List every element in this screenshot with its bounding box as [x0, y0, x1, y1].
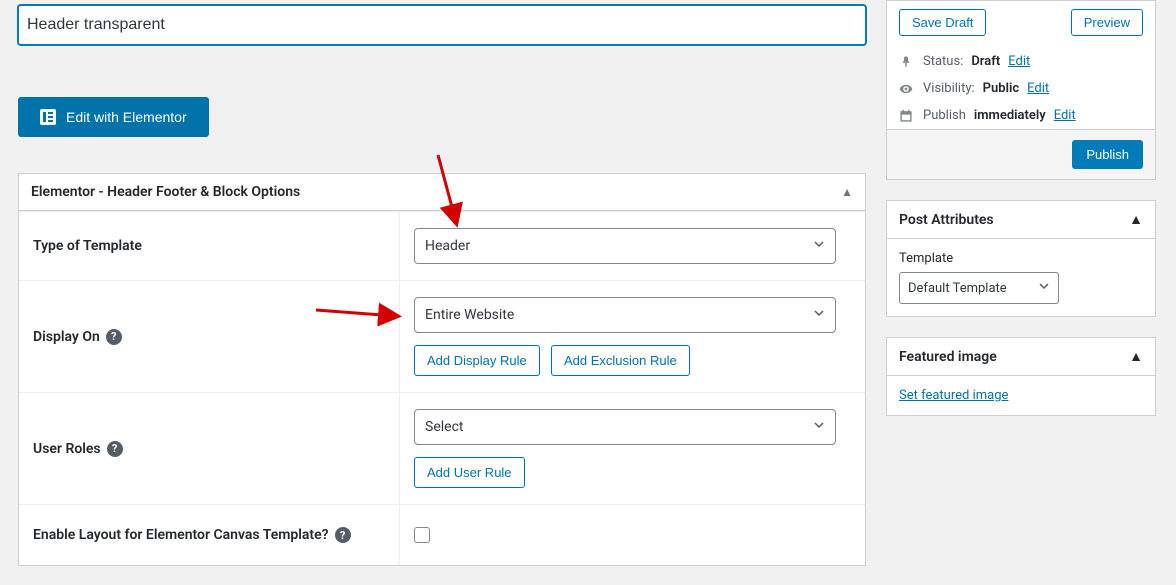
hfe-panel-header[interactable]: Elementor - Header Footer & Block Option… [19, 174, 865, 211]
hfe-options-panel: Elementor - Header Footer & Block Option… [18, 173, 866, 566]
elementor-icon [40, 109, 56, 125]
hfe-panel-title: Elementor - Header Footer & Block Option… [31, 184, 300, 200]
user-roles-select[interactable]: Select [414, 409, 836, 445]
save-draft-button[interactable]: Save Draft [899, 9, 986, 36]
calendar-icon [899, 109, 915, 123]
collapse-icon: ▲ [841, 185, 853, 199]
post-attributes-header[interactable]: Post Attributes ▲ [887, 201, 1155, 239]
display-on-value: Entire Website [425, 307, 514, 323]
user-roles-value: Select [425, 419, 463, 435]
set-featured-image-link[interactable]: Set featured image [899, 388, 1008, 403]
publish-box: Save Draft Preview Status: Draft Edit Vi… [886, 0, 1156, 180]
template-label: Template [899, 251, 1143, 266]
add-exclusion-rule-button[interactable]: Add Exclusion Rule [551, 345, 690, 376]
visibility-edit-link[interactable]: Edit [1027, 81, 1049, 96]
template-value: Default Template [908, 281, 1007, 296]
status-value: Draft [971, 54, 1000, 69]
visibility-value: Public [983, 81, 1019, 96]
featured-image-title: Featured image [899, 349, 997, 365]
post-attributes-title: Post Attributes [899, 212, 994, 228]
status-edit-link[interactable]: Edit [1008, 54, 1030, 69]
post-title-input[interactable] [18, 5, 866, 45]
post-attributes-box: Post Attributes ▲ Template Default Templ… [886, 200, 1156, 317]
type-of-template-value: Header [425, 238, 470, 254]
help-icon[interactable]: ? [107, 441, 123, 457]
type-of-template-label: Type of Template [33, 238, 142, 254]
collapse-icon: ▲ [1129, 348, 1143, 365]
preview-button[interactable]: Preview [1071, 9, 1143, 36]
featured-image-header[interactable]: Featured image ▲ [887, 338, 1155, 376]
chevron-down-icon [1038, 280, 1050, 296]
chevron-down-icon [813, 307, 825, 323]
user-roles-label: User Roles [33, 441, 101, 457]
chevron-down-icon [813, 238, 825, 254]
type-of-template-select[interactable]: Header [414, 228, 836, 264]
edit-with-elementor-label: Edit with Elementor [66, 109, 187, 125]
enable-canvas-checkbox[interactable] [414, 527, 430, 543]
collapse-icon: ▲ [1129, 211, 1143, 228]
publish-value: immediately [974, 108, 1046, 123]
publish-edit-link[interactable]: Edit [1054, 108, 1076, 123]
eye-icon [899, 82, 915, 96]
chevron-down-icon [813, 419, 825, 435]
edit-with-elementor-button[interactable]: Edit with Elementor [18, 97, 209, 137]
display-on-select[interactable]: Entire Website [414, 297, 836, 333]
enable-canvas-label: Enable Layout for Elementor Canvas Templ… [33, 527, 329, 543]
template-select[interactable]: Default Template [899, 272, 1059, 304]
help-icon[interactable]: ? [335, 527, 351, 543]
visibility-label: Visibility: [923, 81, 975, 96]
publish-button[interactable]: Publish [1072, 140, 1143, 169]
add-user-rule-button[interactable]: Add User Rule [414, 457, 525, 488]
help-icon[interactable]: ? [106, 329, 122, 345]
featured-image-box: Featured image ▲ Set featured image [886, 337, 1156, 416]
publish-label: Publish [923, 108, 966, 123]
pin-icon [899, 55, 915, 69]
add-display-rule-button[interactable]: Add Display Rule [414, 345, 540, 376]
display-on-label: Display On [33, 329, 100, 345]
status-label: Status: [923, 54, 963, 69]
